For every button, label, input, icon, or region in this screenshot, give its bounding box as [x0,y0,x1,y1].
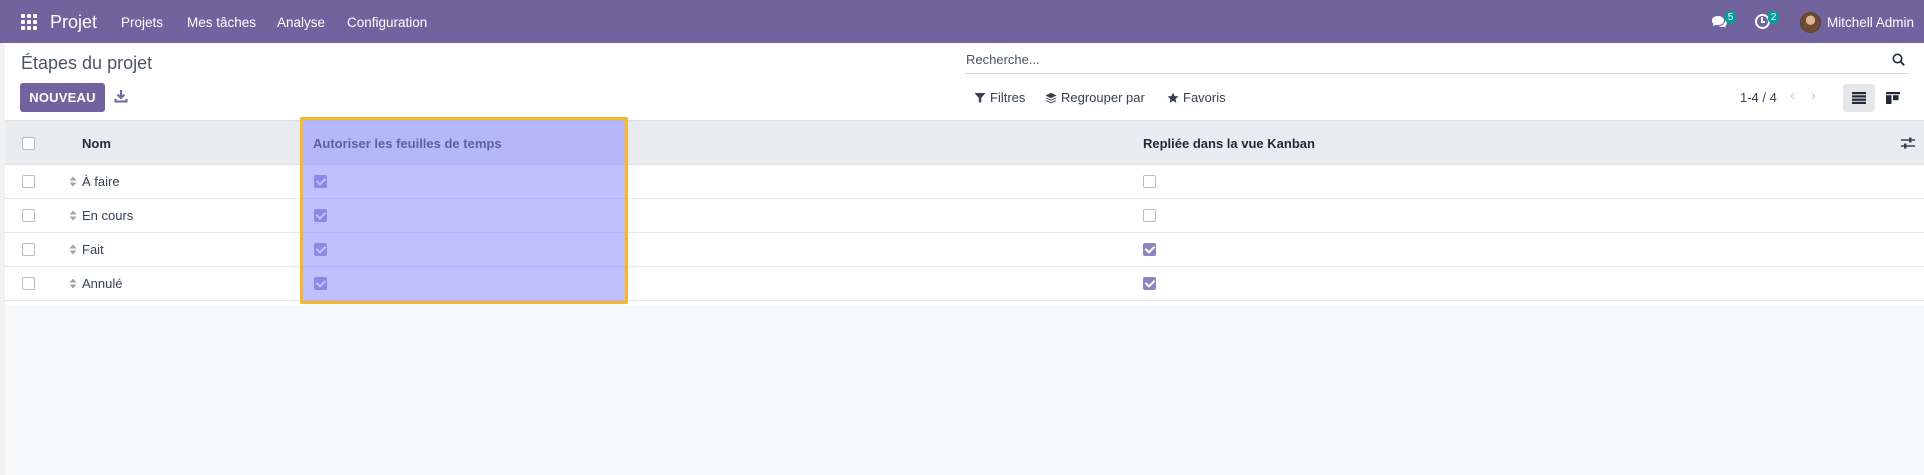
menu-item-projets[interactable]: Projets [121,15,163,30]
list-view-icon [1852,92,1866,104]
app-menu-icon[interactable] [21,14,37,30]
column-header-folded[interactable]: Repliée dans la vue Kanban [1143,136,1315,151]
filter-icon [974,92,986,103]
folded-checkbox[interactable] [1143,243,1156,256]
kanban-view-button[interactable] [1877,84,1909,112]
menu-item-analyse[interactable]: Analyse [277,15,325,30]
pager-next-icon[interactable]: › [1811,88,1821,103]
page-title: Étapes du projet [21,53,153,73]
pager-previous-icon[interactable]: ‹ [1790,88,1800,103]
download-icon[interactable] [114,89,128,103]
drag-handle-icon[interactable] [69,278,77,289]
layers-icon [1045,92,1057,103]
timesheets-checkbox[interactable] [314,243,327,256]
list-view-button[interactable] [1843,84,1875,112]
table-row[interactable]: Fait [5,233,1924,267]
timesheets-checkbox[interactable] [314,209,327,222]
row-checkbox[interactable] [22,243,35,256]
stage-name: À faire [82,174,120,189]
column-header-timesheets[interactable]: Autoriser les feuilles de temps [313,136,502,151]
column-settings-icon[interactable] [1901,137,1915,149]
filters-label: Filtres [990,90,1026,105]
folded-checkbox[interactable] [1143,277,1156,290]
row-checkbox[interactable] [22,175,35,188]
search-icon[interactable] [1892,53,1905,66]
timesheets-checkbox[interactable] [314,277,327,290]
folded-checkbox[interactable] [1143,209,1156,222]
activities-badge: 2 [1768,11,1779,24]
filters-button[interactable]: Filtres [974,90,1025,105]
group-by-button[interactable]: Regrouper par [1045,90,1145,105]
folded-checkbox[interactable] [1143,175,1156,188]
drag-handle-icon[interactable] [69,244,77,255]
kanban-view-icon [1886,92,1900,104]
table-row[interactable]: Annulé [5,267,1924,301]
new-button[interactable]: NOUVEAU [20,83,105,112]
column-header-name[interactable]: Nom [82,136,111,151]
row-checkbox[interactable] [22,277,35,290]
search-bar [965,46,1909,74]
favorites-label: Favoris [1183,90,1226,105]
menu-item-configuration[interactable]: Configuration [347,15,427,30]
menu-item-mes-taches[interactable]: Mes tâches [187,15,256,30]
group-by-label: Regrouper par [1061,90,1145,105]
favorites-button[interactable]: Favoris [1167,90,1226,105]
empty-list-area [5,305,1924,475]
table-row[interactable]: À faire [5,165,1924,199]
messages-badge: 5 [1725,11,1736,24]
star-icon [1167,92,1179,103]
stage-name: En cours [82,208,134,223]
pager-value[interactable]: 1-4 / 4 [1740,90,1777,105]
drag-handle-icon[interactable] [69,210,77,221]
table-row[interactable]: En cours [5,199,1924,233]
select-all-checkbox[interactable] [22,137,35,150]
search-input[interactable] [965,46,1865,73]
app-brand[interactable]: Projet [50,12,97,33]
top-navbar: Projet Projets Mes tâches Analyse Config… [0,0,1924,43]
table-header: Nom Autoriser les feuilles de temps Repl… [5,120,1924,165]
user-name[interactable]: Mitchell Admin [1827,15,1914,30]
user-avatar[interactable] [1800,12,1821,33]
stage-name: Annulé [82,276,123,291]
drag-handle-icon[interactable] [69,176,77,187]
row-checkbox[interactable] [22,209,35,222]
stage-name: Fait [82,242,104,257]
timesheets-checkbox[interactable] [314,175,327,188]
